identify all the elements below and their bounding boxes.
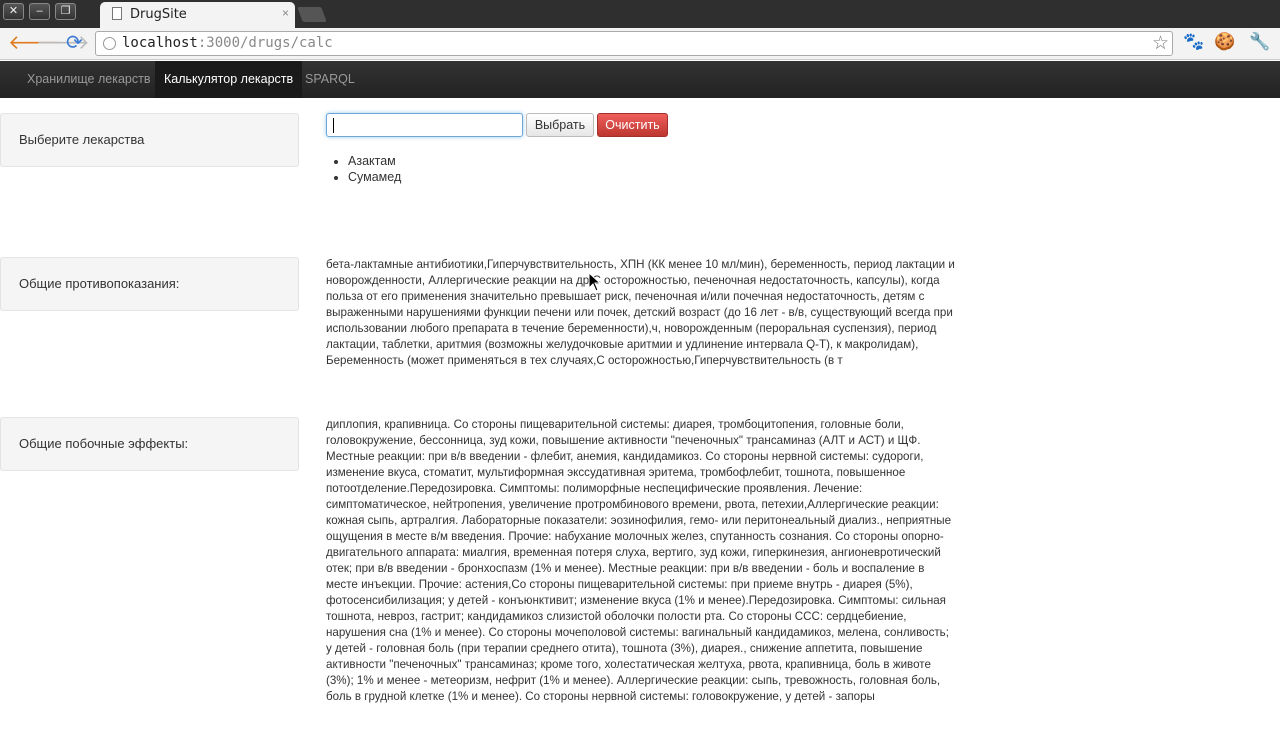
paw-extension-icon[interactable]: 🐾 (1183, 32, 1204, 52)
nav-item-drug-storage[interactable]: Хранилище лекарств (18, 61, 159, 98)
contraindications-text: бета-лактамные антибиотики,Гиперчувствит… (326, 258, 955, 367)
contraindications-label: Общие противопоказания: (0, 257, 299, 311)
url-text[interactable]: localhost:3000/drugs/calc (122, 35, 333, 51)
nav-item-sparql[interactable]: SPARQL (296, 61, 364, 98)
globe-icon (103, 37, 116, 50)
bookmark-star-icon[interactable]: ☆ (1152, 32, 1169, 55)
new-tab-button[interactable] (297, 7, 327, 22)
select-drugs-label: Выберите лекарства (0, 113, 299, 167)
browser-tab-strip: ✕ – ❐ DrugSite × (0, 0, 1280, 28)
window-minimize-icon[interactable]: – (29, 3, 50, 20)
browser-toolbar: 🡐 🡒 ⟳ localhost:3000/drugs/calc ☆ 🐾 🍪 🔧 (0, 28, 1280, 60)
side-effects-label: Общие побочные эффекты: (0, 417, 299, 471)
clear-button[interactable]: Очистить (597, 113, 668, 137)
browser-tab[interactable]: DrugSite × (100, 2, 295, 28)
mouse-pointer-icon (588, 272, 602, 292)
select-button[interactable]: Выбрать (526, 113, 594, 137)
text-caret (333, 118, 334, 133)
cookie-extension-icon[interactable]: 🍪 (1214, 32, 1235, 52)
selected-drugs-list: Азактам Сумамед (348, 153, 401, 185)
window-close-icon[interactable]: ✕ (3, 3, 24, 20)
page-icon (112, 7, 122, 20)
tab-title: DrugSite (130, 7, 187, 22)
window-maximize-icon[interactable]: ❐ (55, 3, 76, 20)
address-bar[interactable]: localhost:3000/drugs/calc ☆ (95, 31, 1173, 56)
tab-close-icon[interactable]: × (282, 6, 289, 20)
list-item: Сумамед (348, 169, 401, 185)
reload-icon[interactable]: ⟳ (66, 32, 83, 54)
drug-search-input[interactable] (326, 113, 523, 137)
wrench-menu-icon[interactable]: 🔧 (1249, 32, 1270, 52)
nav-item-drug-calculator[interactable]: Калькулятор лекарств (155, 61, 303, 98)
list-item: Азактам (348, 153, 401, 169)
side-effects-text: диплопия, крапивница. Со стороны пищевар… (326, 418, 952, 703)
site-navbar: Хранилище лекарств Калькулятор лекарств … (0, 61, 1280, 98)
